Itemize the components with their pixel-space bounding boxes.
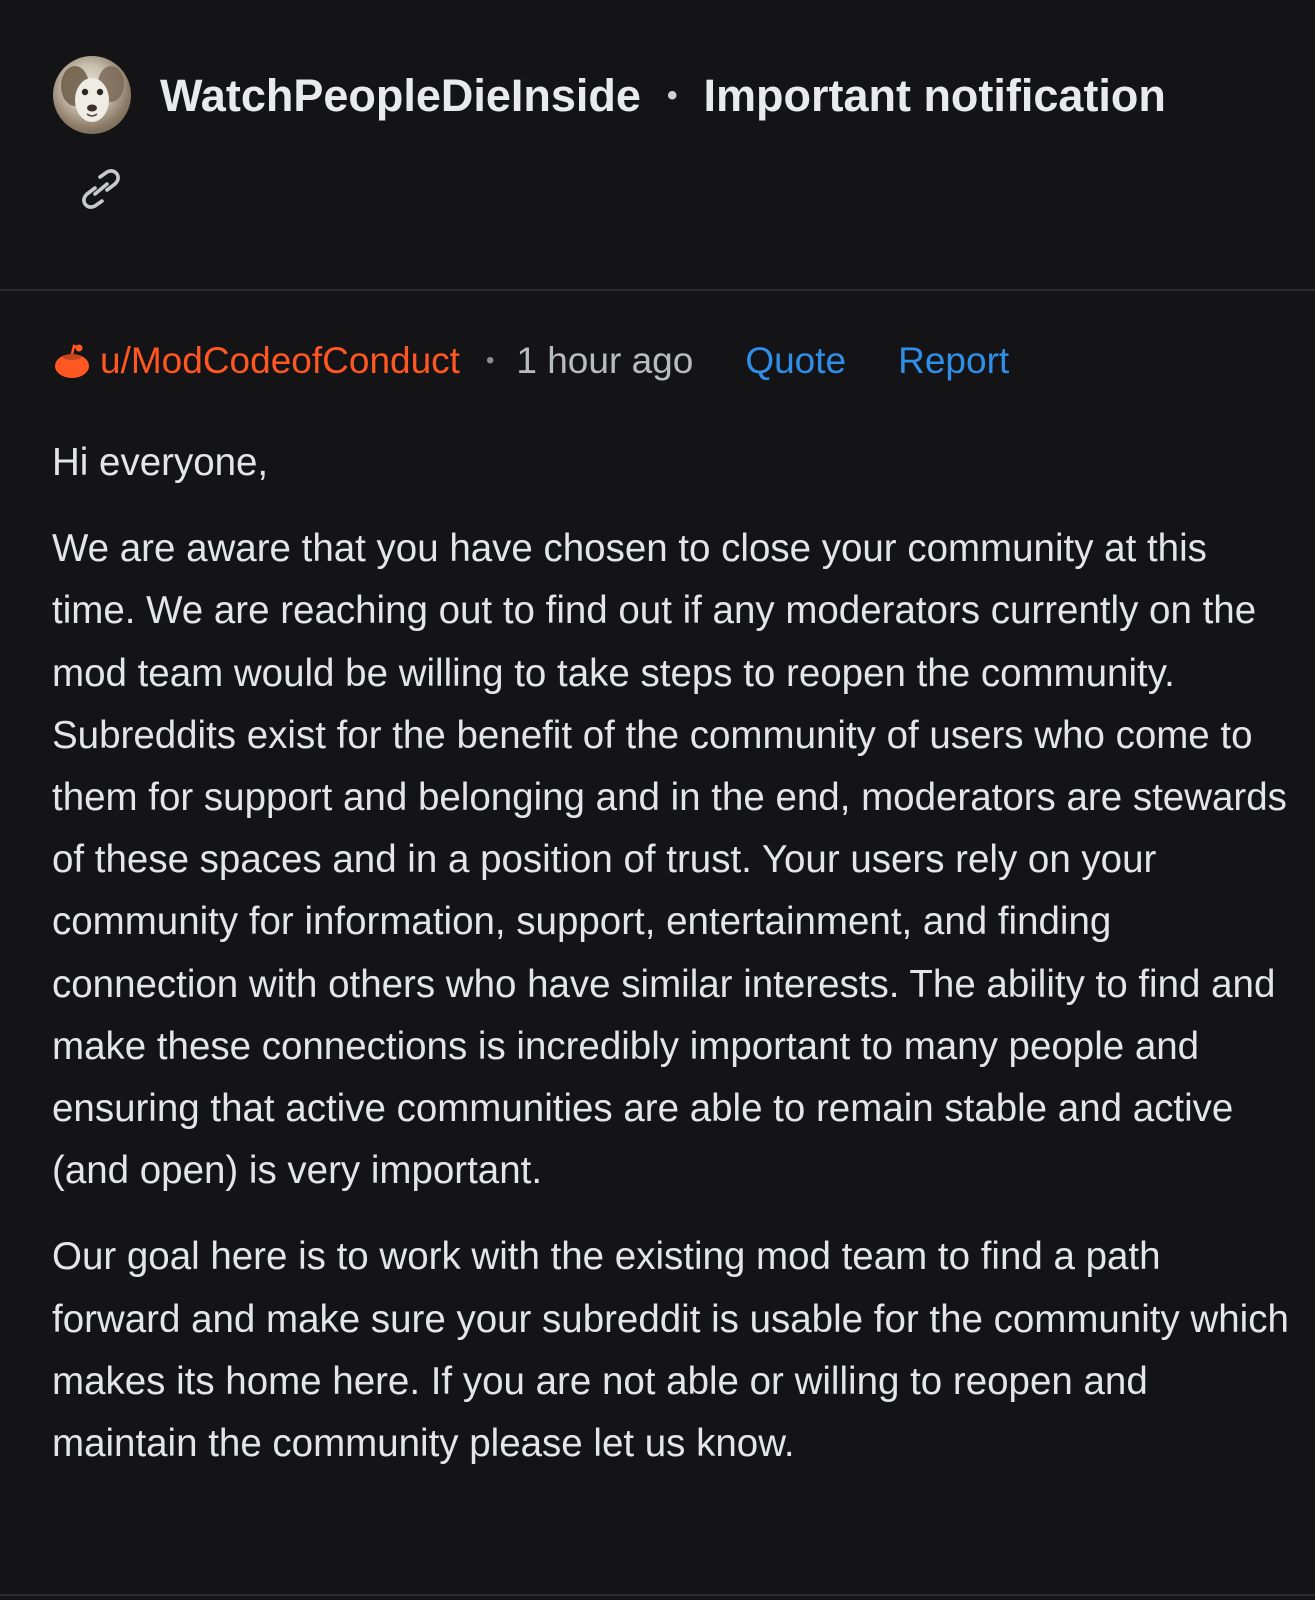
meta-separator: •	[485, 347, 495, 374]
dog-avatar-icon	[61, 66, 124, 122]
header-title: WatchPeopleDieInside • Important notific…	[160, 68, 1166, 124]
message-meta: u/ModCodeofConduct • 1 hour ago Quote Re…	[52, 336, 1009, 386]
message-header: WatchPeopleDieInside • Important notific…	[0, 0, 1315, 291]
message-timestamp: 1 hour ago	[516, 340, 694, 381]
community-name[interactable]: WatchPeopleDieInside	[160, 70, 641, 122]
message-paragraph: Hi everyone,	[52, 441, 269, 484]
link-icon[interactable]	[80, 168, 122, 210]
author-username[interactable]: u/ModCodeofConduct	[100, 340, 460, 382]
message-subject: Important notification	[703, 70, 1166, 121]
message-paragraph: Our goal here is to work with the existi…	[52, 1235, 1289, 1466]
divider	[0, 1594, 1315, 1596]
snoo-icon	[55, 344, 89, 378]
message-body: Hi everyone, We are aware that you have …	[52, 432, 1297, 1475]
report-button[interactable]: Report	[898, 340, 1009, 382]
community-avatar[interactable]	[53, 56, 131, 134]
message-paragraph: We are aware that you have chosen to clo…	[52, 527, 1287, 1193]
quote-button[interactable]: Quote	[745, 340, 846, 382]
title-separator: •	[666, 79, 678, 112]
